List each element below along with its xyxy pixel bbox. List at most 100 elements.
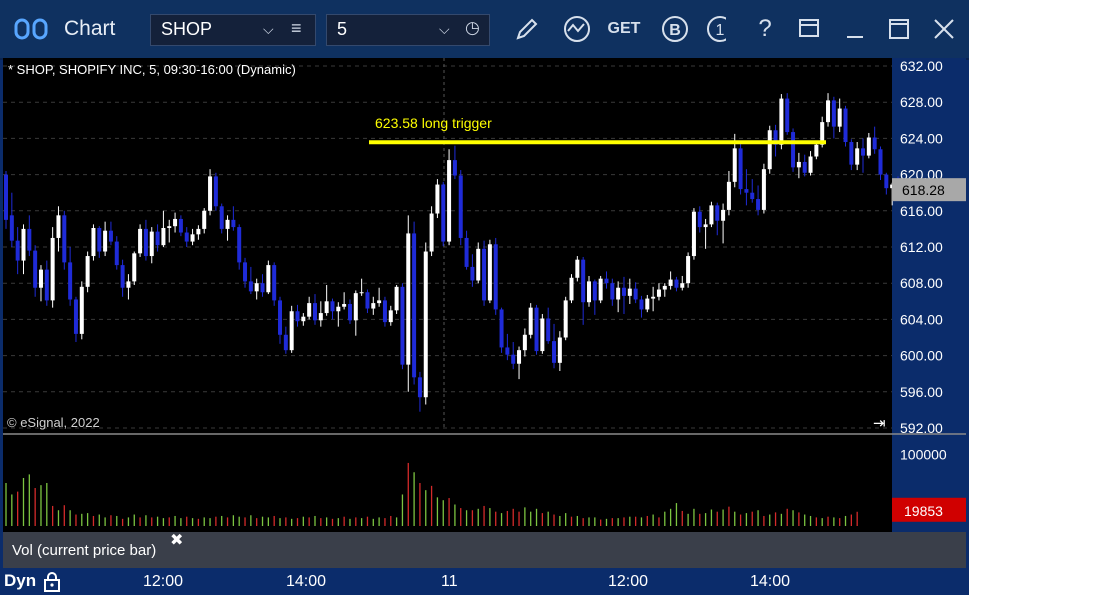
time-label: 14:00 (286, 573, 327, 590)
pencil-icon[interactable] (510, 12, 544, 46)
time-label: 12:00 (608, 573, 649, 590)
candle-body (831, 100, 836, 127)
candle-body (563, 300, 568, 338)
price-tick-label: 632.00 (900, 58, 943, 74)
candle-body (108, 230, 113, 242)
candle-body (9, 215, 14, 241)
volume-tick-label: 100000 (900, 446, 947, 462)
candle-body (522, 334, 527, 351)
time-axis[interactable]: Dyn 12:00 14:00 11 12:00 14:00 (0, 568, 969, 595)
candle-body (645, 298, 650, 310)
price-tick-label: 600.00 (900, 348, 943, 364)
title-bar: Chart SHOP ⌵ ≡ 5 ⌵ ◷ GET B 1 ? (0, 0, 969, 60)
chart-area[interactable]: 632.00 628.00 624.00 620.00 616.00 612.00 608.… (3, 58, 966, 568)
candle-body (260, 283, 265, 293)
candle-body (213, 176, 218, 207)
info-icon[interactable]: 1 (704, 12, 726, 46)
candle-body (143, 228, 148, 257)
candle-body (785, 98, 790, 133)
volume-label-text: Vol (current price bar) (12, 542, 157, 559)
candle-body (27, 228, 32, 251)
price-tick-label: 612.00 (900, 239, 943, 255)
study-icon[interactable] (560, 12, 594, 46)
time-label: 14:00 (750, 573, 791, 590)
candle-body (289, 311, 294, 351)
candle-body (709, 205, 714, 225)
candle-body (295, 311, 300, 322)
candle-body (849, 142, 854, 165)
layout-icon[interactable] (792, 12, 826, 46)
candle-body (97, 227, 102, 252)
price-tick-label: 624.00 (900, 130, 943, 146)
candle-body (884, 174, 889, 189)
price-tick-label: 616.00 (900, 203, 943, 219)
candle-body (79, 286, 84, 334)
close-icon[interactable] (927, 12, 961, 46)
svg-text:1: 1 (716, 22, 725, 39)
lock-icon[interactable] (42, 571, 62, 593)
price-tick-label: 628.00 (900, 94, 943, 110)
price-tick-label: 596.00 (900, 384, 943, 400)
candle-body (219, 206, 224, 229)
candle-body (202, 210, 207, 229)
interval-select[interactable]: 5 ⌵ ◷ (326, 14, 490, 46)
minimize-icon[interactable] (838, 12, 872, 46)
candle-body (307, 303, 312, 317)
candle-body (691, 211, 696, 257)
candle-body (604, 278, 609, 284)
candle-body (715, 205, 720, 221)
maximize-icon[interactable] (882, 12, 916, 46)
candle-body (196, 228, 201, 235)
volume-panel-label[interactable]: Vol (current price bar) ✖ (3, 532, 188, 568)
candle-body (91, 227, 96, 257)
candle-body (598, 278, 603, 301)
candle-body (872, 137, 877, 150)
chart-window: Chart SHOP ⌵ ≡ 5 ⌵ ◷ GET B 1 ? 632.00 62… (0, 0, 969, 595)
chevron-down-icon[interactable]: ⌵ (263, 21, 274, 38)
scroll-right-icon: ⇥ (873, 414, 886, 432)
candle-body (861, 148, 866, 156)
candle-body (552, 341, 557, 363)
candle-body (382, 300, 387, 323)
help-icon[interactable]: ? (748, 12, 782, 46)
candle-body (68, 262, 73, 300)
dyn-label[interactable]: Dyn (4, 571, 36, 591)
candle-body (482, 248, 487, 301)
trigger-label: 623.58 long trigger (375, 115, 492, 131)
candle-body (278, 300, 283, 335)
menu-icon[interactable]: ≡ (291, 18, 302, 39)
candle-body (808, 156, 813, 173)
candle-body (610, 283, 615, 300)
get-icon[interactable]: GET (607, 12, 641, 46)
candle-body (633, 288, 638, 300)
candle-body (406, 233, 411, 365)
candle-body (231, 219, 236, 228)
chart-svg[interactable]: 632.00628.00624.00620.00616.00612.00608.… (3, 58, 966, 568)
chevron-down-icon[interactable]: ⌵ (439, 21, 450, 38)
candle-body (184, 232, 189, 242)
candle-body (208, 176, 213, 211)
candle-body (505, 347, 510, 355)
price-tick-label: 608.00 (900, 275, 943, 291)
clock-icon[interactable]: ◷ (465, 18, 480, 38)
candle-body (21, 228, 26, 261)
chart-header: * SHOP, SHOPIFY INC, 5, 09:30-16:00 (Dyn… (8, 62, 296, 77)
candle-body (726, 181, 731, 210)
close-study-icon[interactable]: ✖ (170, 530, 183, 550)
candle-body (767, 130, 772, 170)
candle-body (359, 292, 364, 294)
candle-body (155, 231, 160, 246)
candle-body (796, 161, 801, 168)
candle-body (347, 304, 352, 321)
candle-body (38, 269, 43, 288)
candle-body (587, 281, 591, 303)
candle-body (511, 354, 516, 364)
candle-body (738, 148, 743, 190)
candle-body (447, 160, 452, 242)
candle-body (15, 240, 20, 261)
candle-body (546, 318, 551, 342)
candle-body (103, 230, 108, 252)
symbol-select[interactable]: SHOP ⌵ ≡ (150, 14, 316, 46)
b-icon[interactable]: B (658, 12, 692, 46)
candle-body (312, 303, 317, 321)
